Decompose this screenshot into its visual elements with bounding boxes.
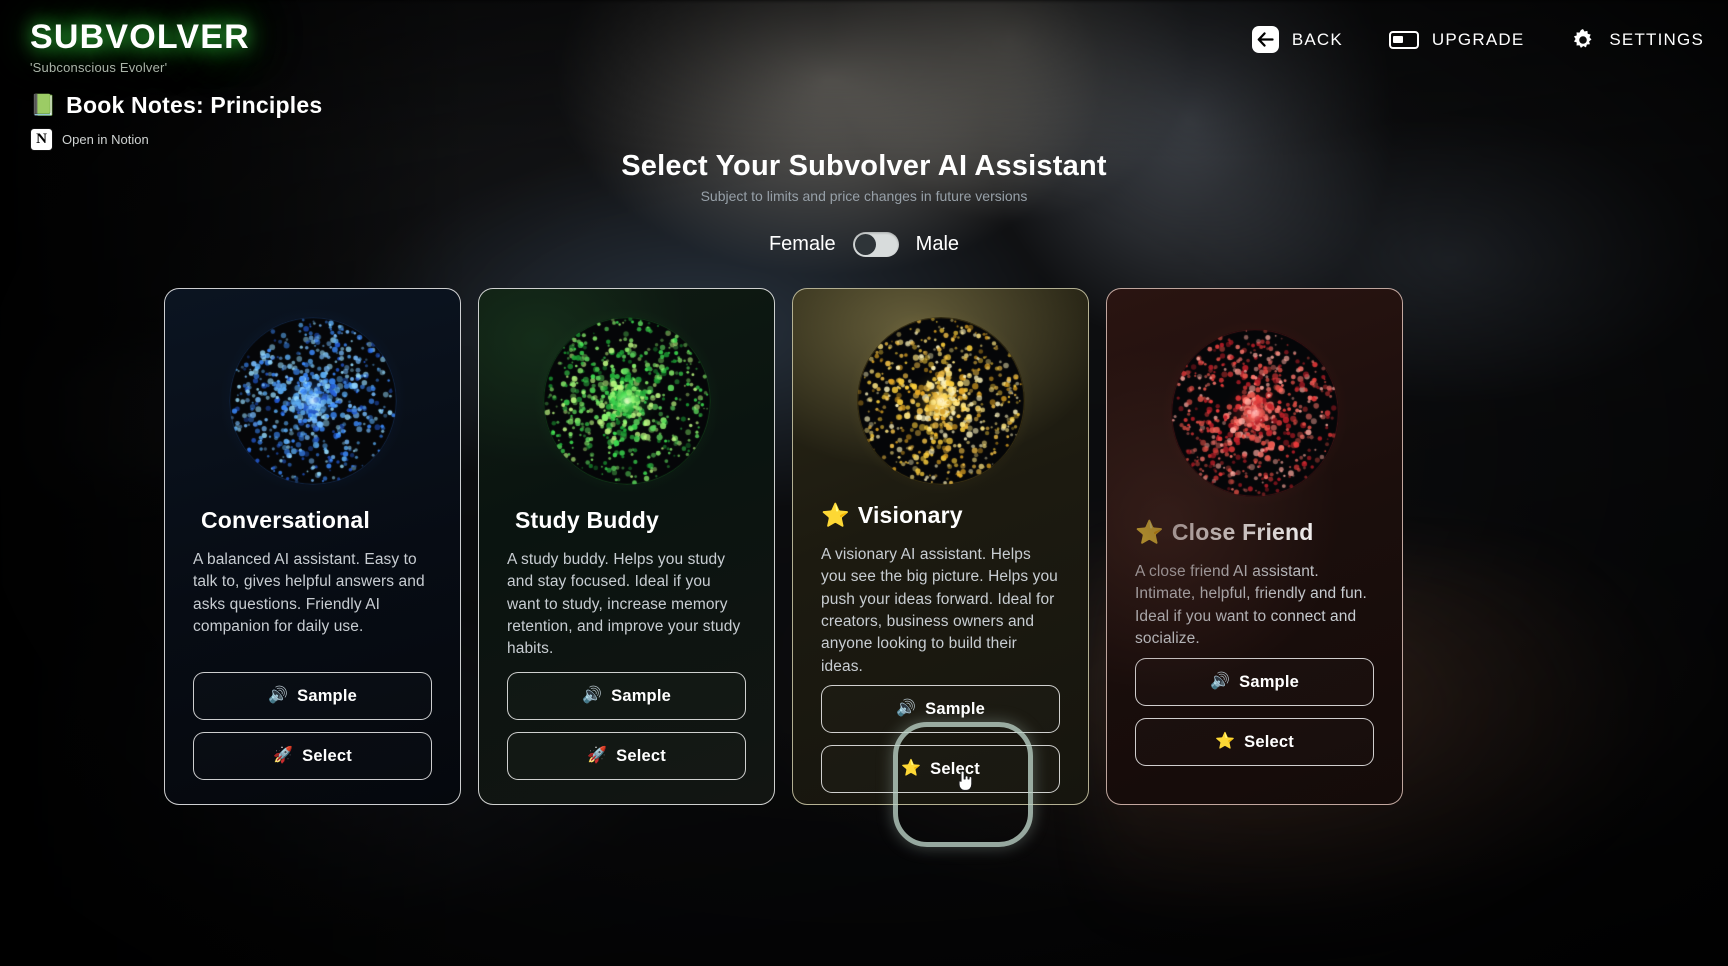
assistant-card-visionary[interactable]: ⭐ Visionary A visionary AI assistant. He…	[792, 288, 1089, 805]
star-icon: ⭐	[1215, 733, 1236, 750]
select-button[interactable]: 🚀 Select	[507, 732, 746, 780]
gender-female-label: Female	[768, 233, 836, 255]
rocket-icon: 🚀	[587, 747, 608, 764]
assistant-name-label: Close Friend	[1171, 519, 1314, 545]
select-label: Select	[616, 746, 666, 765]
assistant-description: A balanced AI assistant. Easy to talk to…	[193, 551, 425, 635]
open-in-notion-label: Open in Notion	[62, 132, 149, 147]
select-label: Select	[302, 746, 352, 765]
speaker-icon: 🔊	[895, 700, 917, 717]
toggle-knob	[854, 234, 876, 255]
orb-wrapper	[206, 295, 419, 507]
brand-title: SUBVOLVER	[30, 18, 250, 56]
gender-toggle-switch[interactable]	[852, 232, 899, 257]
orb-wrapper	[520, 295, 733, 507]
sample-button[interactable]: 🔊 Sample	[1135, 658, 1374, 706]
upgrade-label: UPGRADE	[1431, 29, 1525, 49]
page-subtitle: Subject to limits and price changes in f…	[700, 188, 1028, 204]
select-button[interactable]: 🚀 Select	[193, 732, 432, 780]
assistant-actions: 🔊 Sample ⭐ Select	[821, 685, 1060, 804]
speaker-icon: 🔊	[267, 687, 289, 704]
select-label: Select	[1244, 732, 1294, 751]
back-arrow-icon	[1251, 26, 1279, 53]
assistant-card-study-buddy[interactable]: Study Buddy A study buddy. Helps you stu…	[478, 288, 775, 805]
open-in-notion-link[interactable]: N Open in Notion	[30, 128, 149, 151]
top-navigation: BACK UPGRADE SETTINGS	[1251, 26, 1704, 53]
assistant-description: A close friend AI assistant. Intimate, h…	[1135, 563, 1367, 647]
assistant-description: A study buddy. Helps you study and stay …	[507, 551, 741, 658]
gender-male-label: Male	[915, 233, 960, 255]
star-icon: ⭐	[821, 502, 850, 528]
assistant-actions: 🔊 Sample 🚀 Select	[507, 672, 746, 804]
upgrade-button[interactable]: UPGRADE	[1388, 29, 1525, 50]
star-icon: ⭐	[1135, 519, 1164, 545]
assistant-name-label: Conversational	[201, 507, 370, 533]
star-icon: ⭐	[901, 760, 922, 777]
select-button[interactable]: ⭐ Select	[821, 745, 1060, 793]
battery-icon	[1388, 30, 1419, 49]
particle-orb-icon	[856, 317, 1025, 485]
back-button[interactable]: BACK	[1251, 26, 1343, 53]
particle-orb-icon	[542, 317, 711, 485]
assistant-card-close-friend[interactable]: ⭐ Close Friend A close friend AI assista…	[1106, 288, 1403, 805]
orb-wrapper	[1148, 307, 1361, 519]
green-book-icon: 📗	[30, 94, 57, 117]
brand-block: SUBVOLVER 'Subconscious Evolver'	[30, 18, 250, 75]
assistant-card-list: Conversational A balanced AI assistant. …	[164, 288, 1403, 805]
sample-label: Sample	[297, 686, 358, 705]
back-label: BACK	[1291, 29, 1343, 49]
assistant-name: Study Buddy	[507, 507, 659, 534]
assistant-name: ⭐ Close Friend	[1135, 519, 1314, 546]
settings-label: SETTINGS	[1609, 29, 1704, 49]
assistant-actions: 🔊 Sample 🚀 Select	[193, 672, 432, 804]
speaker-icon: 🔊	[581, 687, 603, 704]
assistant-name-label: Study Buddy	[515, 507, 660, 533]
assistant-name: ⭐ Visionary	[821, 502, 963, 529]
assistant-name-label: Visionary	[857, 502, 963, 528]
document-title-row: 📗 Book Notes: Principles	[30, 92, 322, 119]
select-label: Select	[930, 759, 980, 778]
assistant-name: Conversational	[193, 507, 370, 534]
assistant-actions: 🔊 Sample ⭐ Select	[1135, 658, 1374, 804]
sample-button[interactable]: 🔊 Sample	[193, 672, 432, 720]
app-root: SUBVOLVER 'Subconscious Evolver' 📗 Book …	[0, 0, 1728, 966]
page-title: Select Your Subvolver AI Assistant	[621, 150, 1107, 182]
gender-toggle-row: Female Male	[0, 232, 1728, 257]
assistant-description: A visionary AI assistant. Helps you see …	[821, 546, 1058, 675]
settings-button[interactable]: SETTINGS	[1570, 27, 1704, 53]
sample-button[interactable]: 🔊 Sample	[507, 672, 746, 720]
gear-icon	[1570, 27, 1596, 53]
sample-label: Sample	[1239, 672, 1300, 691]
document-title: Book Notes: Principles	[66, 92, 323, 118]
orb-wrapper	[834, 295, 1047, 507]
speaker-icon: 🔊	[1209, 673, 1231, 690]
notion-icon: N	[30, 128, 53, 151]
select-button[interactable]: ⭐ Select	[1135, 718, 1374, 766]
assistant-card-conversational[interactable]: Conversational A balanced AI assistant. …	[164, 288, 461, 805]
particle-orb-icon	[228, 317, 397, 485]
rocket-icon: 🚀	[273, 747, 294, 764]
brand-tagline: 'Subconscious Evolver'	[30, 60, 168, 75]
particle-orb-icon	[1170, 329, 1339, 497]
sample-label: Sample	[611, 686, 672, 705]
sample-label: Sample	[925, 699, 986, 718]
sample-button[interactable]: 🔊 Sample	[821, 685, 1060, 733]
